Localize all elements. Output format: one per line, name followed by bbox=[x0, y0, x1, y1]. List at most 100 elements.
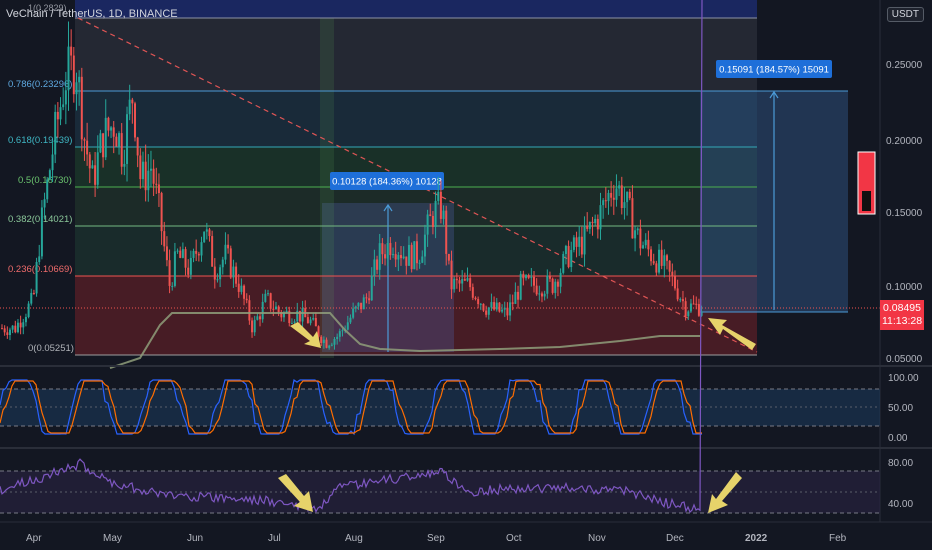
candle-body bbox=[530, 276, 533, 278]
candle-body bbox=[450, 260, 453, 290]
candle-body bbox=[588, 221, 591, 229]
currency-button[interactable]: USDT bbox=[886, 7, 924, 22]
candle-body bbox=[477, 299, 480, 305]
candle-body bbox=[243, 285, 246, 299]
symbol-title[interactable]: VeChain / TetherUS, 1D, BINANCE bbox=[6, 8, 178, 20]
candle-body bbox=[102, 133, 105, 158]
candle-body bbox=[267, 293, 269, 295]
time-tick: Sep bbox=[427, 533, 445, 544]
measure-label-2: 0.15091 (184.57%) 15091 bbox=[719, 65, 829, 76]
candle-body bbox=[487, 307, 490, 315]
candle-body bbox=[16, 322, 19, 333]
candle-body bbox=[256, 316, 259, 320]
candle-body bbox=[658, 249, 661, 273]
candle-body bbox=[572, 237, 575, 250]
candle-body bbox=[423, 234, 426, 257]
candle-body bbox=[1, 328, 3, 330]
candle-body bbox=[378, 243, 381, 270]
candle-body bbox=[402, 256, 405, 259]
time-tick: Oct bbox=[506, 533, 522, 544]
candle-body bbox=[14, 325, 17, 333]
candle-body bbox=[160, 193, 163, 232]
candle-body bbox=[426, 214, 429, 235]
candle-body bbox=[453, 278, 456, 290]
candle-body bbox=[301, 308, 304, 322]
candle-body bbox=[599, 205, 602, 230]
candle-body bbox=[596, 218, 599, 230]
candle-body bbox=[439, 191, 442, 219]
candle-body bbox=[78, 76, 81, 83]
candle-body bbox=[365, 297, 368, 299]
candle-body bbox=[554, 281, 557, 293]
candle-body bbox=[221, 259, 224, 268]
candle-body bbox=[407, 244, 410, 266]
candle-body bbox=[341, 330, 344, 332]
candle-body bbox=[437, 191, 440, 201]
candle-body bbox=[360, 302, 363, 310]
candle-body bbox=[666, 255, 668, 261]
bar-countdown: 11:13:28 bbox=[881, 315, 923, 327]
candle-body bbox=[392, 254, 395, 256]
candle-body bbox=[615, 188, 618, 200]
candle-body bbox=[660, 249, 663, 266]
candle-body bbox=[338, 331, 341, 337]
candle-body bbox=[134, 103, 136, 138]
fib-label-0618: 0.618(0.19439) bbox=[8, 135, 72, 146]
candle-body bbox=[54, 111, 57, 155]
candle-body bbox=[647, 239, 650, 250]
rsi-axis[interactable]: 80.00 40.00 bbox=[888, 458, 913, 510]
candle-body bbox=[652, 261, 655, 264]
candle-body bbox=[149, 168, 152, 171]
candle-body bbox=[354, 306, 357, 309]
candle-body bbox=[415, 241, 418, 264]
candle-body bbox=[543, 293, 546, 297]
candle-body bbox=[533, 276, 535, 286]
candle-body bbox=[261, 301, 264, 320]
candle-body bbox=[219, 267, 222, 280]
price-tick: 0.10000 bbox=[886, 282, 923, 293]
candle-body bbox=[208, 229, 211, 237]
candle-body bbox=[591, 221, 594, 224]
candle-body bbox=[309, 319, 312, 324]
stoch-tick: 0.00 bbox=[888, 433, 908, 444]
candle-body bbox=[695, 303, 698, 305]
candle-body bbox=[216, 279, 219, 281]
candle-body bbox=[64, 90, 67, 105]
candle-body bbox=[447, 253, 450, 261]
last-price-badge: 0.08495 11:13:28 bbox=[880, 300, 924, 330]
time-tick: Jun bbox=[187, 533, 203, 544]
candle-body bbox=[88, 154, 91, 169]
candle-body bbox=[120, 133, 123, 167]
stochastic-pane[interactable] bbox=[0, 378, 880, 436]
fib-zone-0786 bbox=[75, 18, 757, 91]
last-price-value: 0.08495 bbox=[883, 302, 921, 314]
candle-body bbox=[535, 285, 538, 295]
candle-body bbox=[562, 253, 565, 273]
candle-body bbox=[67, 46, 70, 91]
price-pane[interactable]: 1(0.2829) 0.786(0.23296) 0.618(0.19439) … bbox=[0, 0, 932, 369]
candle-body bbox=[349, 317, 352, 323]
candle-body bbox=[676, 288, 679, 300]
stoch-axis[interactable]: 100.00 50.00 0.00 bbox=[888, 373, 919, 444]
candle-body bbox=[623, 202, 626, 208]
fib-label-0: 0(0.05251) bbox=[28, 343, 74, 354]
candle-body bbox=[400, 255, 402, 259]
candle-body bbox=[546, 275, 549, 294]
chart-area[interactable]: 1(0.2829) 0.786(0.23296) 0.618(0.19439) … bbox=[0, 0, 932, 550]
candle-body bbox=[224, 244, 227, 260]
candle-body bbox=[269, 293, 272, 309]
candle-body bbox=[540, 293, 543, 297]
candle-body bbox=[43, 199, 46, 208]
candle-body bbox=[35, 262, 38, 294]
candle-body bbox=[306, 317, 309, 324]
candle-body bbox=[668, 260, 671, 272]
candle-body bbox=[503, 307, 506, 310]
candle-body bbox=[471, 287, 474, 298]
candle-body bbox=[501, 309, 504, 312]
candle-body bbox=[96, 152, 99, 185]
candle-body bbox=[461, 279, 464, 284]
candle-body bbox=[322, 339, 325, 344]
time-tick: May bbox=[103, 533, 122, 544]
candle-body bbox=[200, 242, 203, 256]
time-axis[interactable]: Apr May Jun Jul Aug Sep Oct Nov Dec 2022… bbox=[26, 533, 847, 544]
